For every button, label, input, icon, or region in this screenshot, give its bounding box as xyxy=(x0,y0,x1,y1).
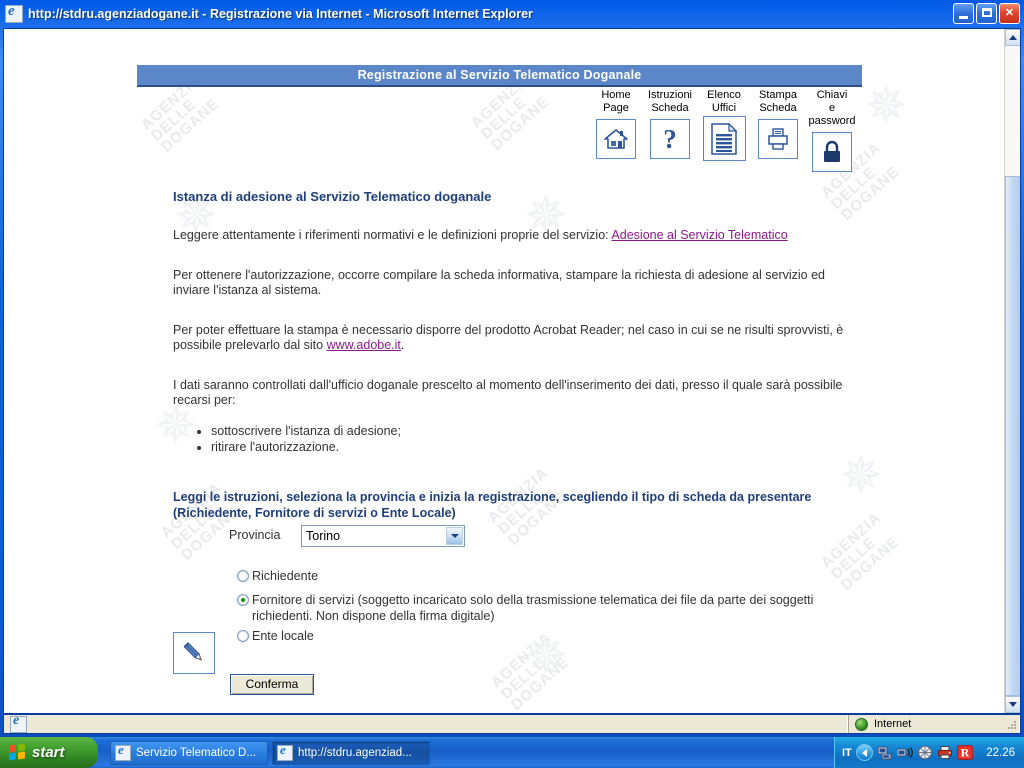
ie-icon xyxy=(277,742,293,761)
scrollbar-thumb[interactable] xyxy=(1005,176,1020,696)
page-nav: Home Page Istruzioni Scheda ? Elenco Uff… xyxy=(592,89,856,172)
status-bar: Internet xyxy=(3,713,1021,734)
radio-option-ente-locale[interactable]: Ente locale xyxy=(237,628,873,644)
windows-logo-icon xyxy=(9,743,26,761)
nav-label-home: Home Page xyxy=(601,89,631,114)
minimize-button[interactable] xyxy=(953,3,974,24)
window-controls: ✕ xyxy=(953,3,1020,24)
sphere-icon[interactable] xyxy=(917,745,933,760)
radio-richiedente-input[interactable] xyxy=(237,570,249,582)
network-icon[interactable] xyxy=(877,745,893,760)
scroll-up-button[interactable] xyxy=(1005,29,1020,46)
chevron-down-icon[interactable] xyxy=(446,527,463,545)
taskbar: start Servizio Telematico D... http://st… xyxy=(0,736,1024,768)
ie-icon xyxy=(5,3,23,23)
list-ufficio-azioni: sottoscrivere l'istanza di adesione; rit… xyxy=(173,423,863,455)
paragraph-autorizzazione: Per ottenere l'autorizzazione, occorre c… xyxy=(173,267,826,298)
provincia-label: Provincia xyxy=(229,528,281,542)
start-label: start xyxy=(32,744,65,761)
paragraph-normative: Leggere attentamente i riferimenti norma… xyxy=(173,228,863,244)
link-adesione-servizio-telematico[interactable]: Adesione al Servizio Telematico xyxy=(611,228,787,242)
start-button[interactable]: start xyxy=(0,737,98,768)
page-title: Istanza di adesione al Servizio Telemati… xyxy=(173,189,492,204)
system-tray: IT R 22.26 xyxy=(834,737,1024,768)
page-content: Istanza di adesione al Servizio Telemati… xyxy=(173,189,863,521)
vertical-scrollbar[interactable] xyxy=(1004,29,1020,713)
page-banner-title: Registrazione al Servizio Telematico Dog… xyxy=(137,65,862,87)
scrollbar-track[interactable] xyxy=(1005,46,1020,696)
pencil-icon xyxy=(173,632,215,674)
nav-label-chiavi-password: Chiavi e password xyxy=(808,89,856,127)
radio-option-richiedente[interactable]: Richiedente xyxy=(237,568,873,584)
browser-client-area: AGENZIA DELLE DOGANE AGENZIA DELLE DOGAN… xyxy=(3,28,1021,714)
security-zone-pane[interactable]: Internet xyxy=(848,715,1020,733)
taskbar-clock[interactable]: 22.26 xyxy=(986,747,1015,759)
taskbar-item-servizio-telematico[interactable]: Servizio Telematico D... xyxy=(110,741,268,765)
nav-item-chiavi-password[interactable]: Chiavi e password xyxy=(808,89,856,172)
svg-text:R: R xyxy=(960,746,969,760)
chevron-left-icon[interactable] xyxy=(855,744,873,761)
paragraph-normative-text: Leggere attentamente i riferimenti norma… xyxy=(173,228,612,242)
radio-ente-locale-input[interactable] xyxy=(237,630,249,642)
browser-window: http://stdru.agenziadogane.it - Registra… xyxy=(0,0,1024,736)
language-indicator[interactable]: IT xyxy=(842,747,852,759)
network-activity-icon[interactable] xyxy=(896,745,913,760)
security-zone-label: Internet xyxy=(874,718,912,730)
nav-label-stampa-scheda: Stampa Scheda xyxy=(759,89,797,114)
provincia-row: Provincia Torino xyxy=(173,524,873,548)
radio-richiedente-label: Richiedente xyxy=(252,569,319,583)
watermark-star-icon: ✵ xyxy=(864,77,909,135)
close-button[interactable]: ✕ xyxy=(999,3,1020,24)
radio-fornitore-input[interactable] xyxy=(237,594,249,606)
radio-option-fornitore[interactable]: Fornitore di servizi (soggetto incaricat… xyxy=(237,592,873,624)
list-item: ritirare l'autorizzazione. xyxy=(211,439,863,455)
antivirus-icon[interactable]: R xyxy=(956,745,973,760)
nav-label-istruzioni: Istruzioni Scheda xyxy=(647,89,693,114)
web-page: AGENZIA DELLE DOGANE AGENZIA DELLE DOGAN… xyxy=(4,29,1006,713)
ie-icon xyxy=(115,742,131,761)
radio-ente-locale-label: Ente locale xyxy=(252,629,314,643)
document-icon[interactable] xyxy=(702,116,746,161)
paragraph-acrobat-text: Per poter effettuare la stampa è necessa… xyxy=(173,322,844,353)
radio-fornitore-label: Fornitore di servizi (soggetto incaricat… xyxy=(252,593,814,623)
nav-label-elenco-uffici: Elenco Uffici xyxy=(707,89,741,114)
window-title: http://stdru.agenziadogane.it - Registra… xyxy=(28,7,533,21)
taskbar-item-stdru[interactable]: http://stdru.agenziad... xyxy=(272,741,430,765)
registration-form: Provincia Torino Richiedente Fornitore d… xyxy=(173,524,873,695)
provincia-select-value: Torino xyxy=(306,529,341,543)
question-mark-icon[interactable]: ? xyxy=(650,119,690,159)
paragraph-acrobat-suffix: . xyxy=(400,338,405,352)
scroll-down-button[interactable] xyxy=(1005,696,1020,713)
taskbar-item-label: Servizio Telematico D... xyxy=(136,747,256,759)
status-message-pane xyxy=(4,713,848,733)
paragraph-acrobat: Per poter effettuare la stampa è necessa… xyxy=(173,323,863,354)
window-titlebar[interactable]: http://stdru.agenziadogane.it - Registra… xyxy=(0,0,1024,28)
ie-icon xyxy=(10,713,27,733)
printer-tray-icon[interactable] xyxy=(937,745,953,760)
resize-grip[interactable] xyxy=(1006,719,1018,731)
home-icon[interactable] xyxy=(596,119,636,159)
nav-item-istruzioni[interactable]: Istruzioni Scheda ? xyxy=(646,89,694,159)
scheda-type-radio-group: Richiedente Fornitore di servizi (sogget… xyxy=(173,568,873,674)
globe-icon xyxy=(855,717,868,731)
watermark-star-icon: ✵ xyxy=(524,627,569,685)
link-adobe[interactable]: www.adobe.it xyxy=(327,338,401,352)
nav-item-home[interactable]: Home Page xyxy=(592,89,640,159)
nav-item-stampa-scheda[interactable]: Stampa Scheda xyxy=(754,89,802,159)
provincia-select[interactable]: Torino xyxy=(301,525,465,547)
list-item: sottoscrivere l'istanza di adesione; xyxy=(211,423,863,439)
maximize-button[interactable] xyxy=(976,3,997,24)
padlock-icon[interactable] xyxy=(812,132,852,172)
paragraph-istruzioni-bold: Leggi le istruzioni, seleziona la provin… xyxy=(173,489,812,520)
printer-icon[interactable] xyxy=(758,119,798,159)
nav-item-elenco-uffici[interactable]: Elenco Uffici xyxy=(700,89,748,161)
taskbar-item-label: http://stdru.agenziad... xyxy=(298,747,412,759)
conferma-button[interactable]: Conferma xyxy=(230,674,314,695)
paragraph-controllo-dati: I dati saranno controllati dall'ufficio … xyxy=(173,377,843,408)
